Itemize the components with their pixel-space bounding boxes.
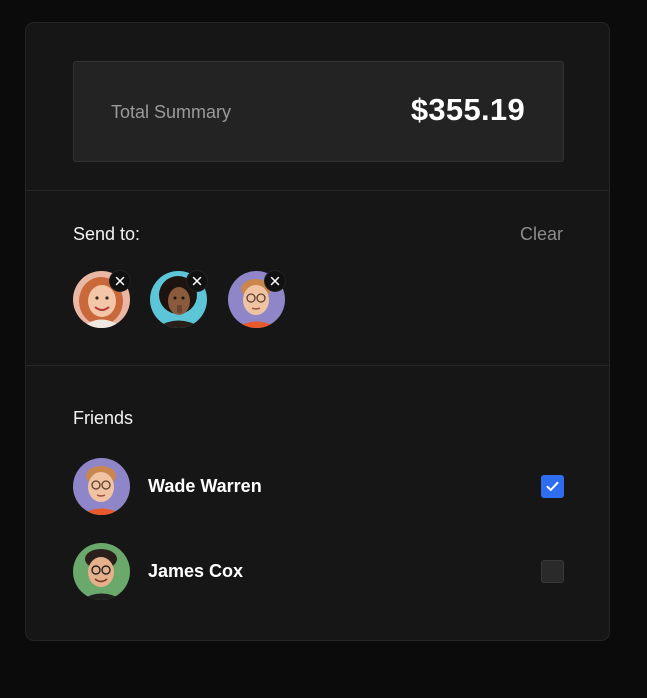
friend-checkbox[interactable] <box>541 475 564 498</box>
clear-button[interactable]: Clear <box>520 224 563 245</box>
total-summary-amount: $355.19 <box>410 92 525 127</box>
recipient-chip <box>228 270 286 328</box>
close-icon <box>270 276 280 286</box>
divider <box>26 190 609 191</box>
send-to-label: Send to: <box>73 224 141 244</box>
friend-checkbox[interactable] <box>541 560 564 583</box>
friend-row[interactable]: James Cox <box>73 543 564 601</box>
close-icon <box>115 276 125 286</box>
remove-recipient-button[interactable] <box>264 270 286 292</box>
checkmark-icon <box>546 481 559 491</box>
remove-recipient-button[interactable] <box>186 270 208 292</box>
remove-recipient-button[interactable] <box>109 270 131 292</box>
friend-row[interactable]: Wade Warren <box>73 458 564 516</box>
total-summary-label: Total Summary <box>111 102 232 122</box>
friends-label: Friends <box>73 408 134 428</box>
friend-name: James Cox <box>148 561 244 581</box>
recipient-chip <box>150 270 208 328</box>
avatar-man-curly-hair-icon <box>73 543 130 600</box>
close-icon <box>192 276 202 286</box>
send-money-card: Total Summary $355.19 Send to: Clear Fri… <box>25 22 610 641</box>
divider <box>26 365 609 366</box>
avatar-man-glasses-icon <box>73 458 130 515</box>
friend-name: Wade Warren <box>148 476 262 496</box>
recipient-chip <box>73 270 131 328</box>
total-summary-box: Total Summary $355.19 <box>73 61 564 162</box>
